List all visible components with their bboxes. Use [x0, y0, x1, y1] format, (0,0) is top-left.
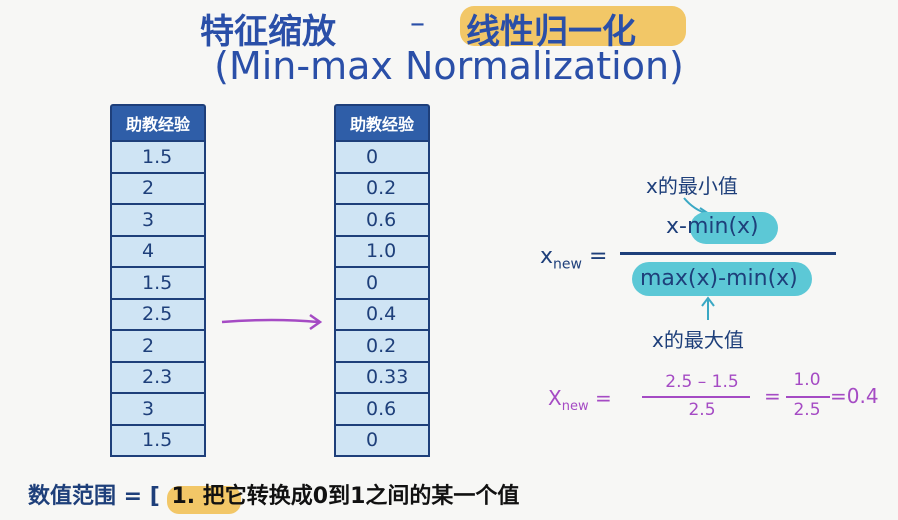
- table-left-cell: 4: [110, 236, 206, 268]
- value-range-line: 数值范围 = [ 1. 把它转换成0到1之间的某一个值: [28, 478, 520, 514]
- table-right-cell: 0.6: [334, 394, 430, 426]
- table-right: 助教经验 0 0.2 0.6 1.0 0 0.4 0.2 0.33 0.6 0: [334, 104, 430, 457]
- table-right-cell: 0: [334, 425, 430, 457]
- example-den1: 2.5: [688, 400, 716, 420]
- max-pointer-arrow-icon: [701, 296, 715, 320]
- example-lhs: Xnew =: [548, 386, 612, 414]
- table-left-cell: 2.3: [110, 362, 206, 394]
- table-left-cell: 2: [110, 173, 206, 205]
- table-right-cell: 1.0: [334, 236, 430, 268]
- max-label: x的最大值: [652, 328, 744, 352]
- numerator-min: min(x): [686, 214, 759, 239]
- caption: 1. 把它转换成0到1之间的某一个值: [167, 484, 520, 514]
- table-left-cell: 3: [110, 394, 206, 426]
- table-right-cell: 0.2: [334, 173, 430, 205]
- table-right-header: 助教经验: [334, 104, 430, 142]
- min-label: x的最小值: [646, 174, 738, 198]
- table-left-cell: 2.5: [110, 299, 206, 331]
- caption-text: 1. 把它转换成0到1之间的某一个值: [171, 484, 520, 509]
- example-result: =0.4: [830, 384, 879, 408]
- table-left-cell: 1.5: [110, 268, 206, 300]
- table-right-cell: 0.33: [334, 362, 430, 394]
- example-bar1: [642, 396, 750, 398]
- example-den2: 2.5: [793, 400, 821, 420]
- table-right-cell: 0: [334, 268, 430, 300]
- numerator-x: x-: [666, 214, 687, 239]
- table-left-cell: 1.5: [110, 425, 206, 457]
- denominator-max: max(x): [640, 266, 719, 291]
- formula-lhs: xnew =: [540, 244, 608, 273]
- table-left-header: 助教经验: [110, 104, 206, 142]
- example-bar2: [786, 396, 830, 398]
- example-num2: 1.0: [793, 370, 821, 390]
- example-num1: 2.5 – 1.5: [665, 372, 739, 392]
- denominator: max(x)-min(x): [640, 266, 798, 291]
- table-left-cell: 3: [110, 205, 206, 237]
- value-range-prefix: 数值范围 = [: [28, 484, 160, 509]
- table-right-cell: 0.2: [334, 331, 430, 363]
- subtitle: (Min-max Normalization): [214, 44, 684, 88]
- table-right-cell: 0: [334, 142, 430, 174]
- numerator: x-min(x): [666, 214, 759, 239]
- example-eq2: =: [764, 384, 781, 408]
- table-right-cell: 0.4: [334, 299, 430, 331]
- table-left: 助教经验 1.5 2 3 4 1.5 2.5 2 2.3 3 1.5: [110, 104, 206, 457]
- denominator-dash: -: [718, 266, 727, 291]
- table-left-cell: 1.5: [110, 142, 206, 174]
- denominator-min: min(x): [726, 266, 798, 291]
- table-right-cell: 0.6: [334, 205, 430, 237]
- title-separator: –: [410, 6, 425, 41]
- fraction-bar: [620, 252, 836, 255]
- transform-arrow-icon: [221, 313, 323, 331]
- table-left-cell: 2: [110, 331, 206, 363]
- title-row: 特征缩放 – 线性归一化: [0, 2, 898, 52]
